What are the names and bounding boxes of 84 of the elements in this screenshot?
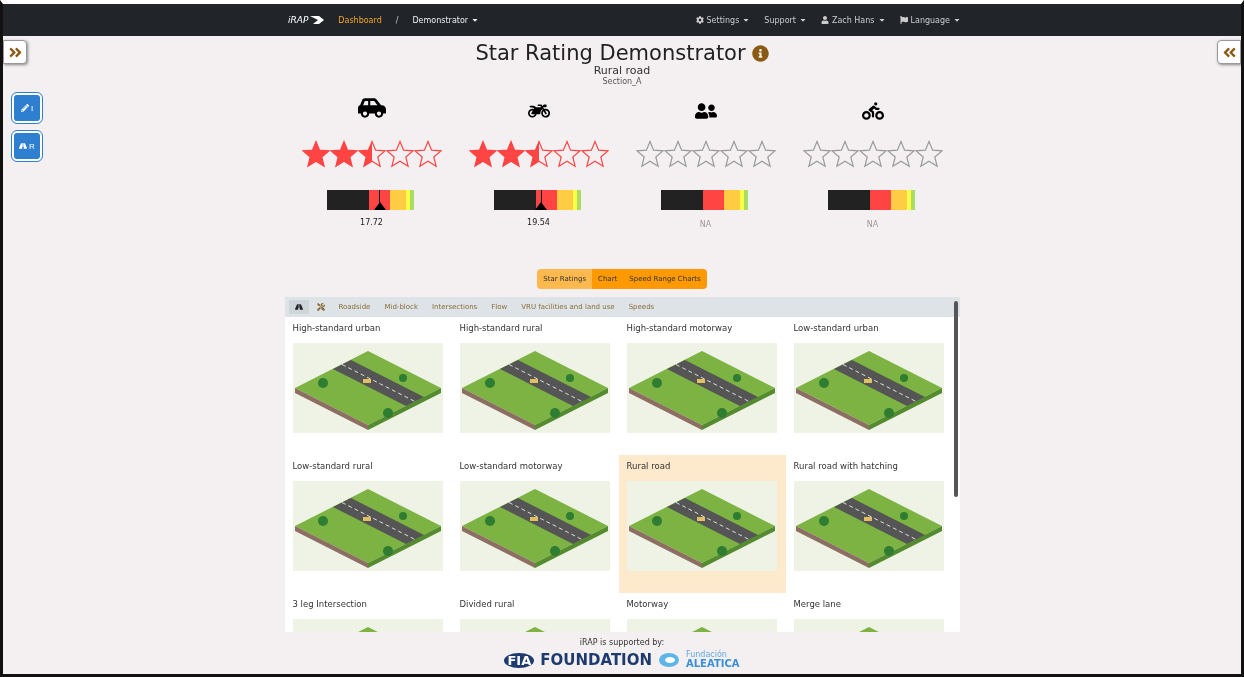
support-note: iRAP is supported by: (579, 638, 665, 647)
star-icon (301, 140, 330, 168)
scenario-title: Low-standard rural (292, 461, 374, 471)
scenario-card[interactable]: High-standard rural (451, 317, 619, 455)
irap-logo[interactable]: iRAP (288, 15, 325, 25)
flag-icon (899, 16, 908, 24)
pencil-icon (20, 104, 29, 112)
star-icon (468, 140, 497, 168)
scenario-title: High-standard rural (459, 323, 544, 333)
road-icon (294, 303, 303, 311)
score-reading: 17.72 (360, 218, 383, 227)
breadcrumb-link[interactable]: Dashboard (338, 15, 382, 25)
nav-menu[interactable]: Support (764, 15, 807, 25)
star-icon (914, 140, 943, 168)
scenario-card[interactable]: Low-standard motorway (451, 455, 619, 593)
expand-left-button[interactable] (3, 40, 27, 64)
scenario-card[interactable]: Rural road (618, 455, 786, 593)
star-icon (580, 140, 609, 168)
edit-button[interactable]: I (12, 93, 42, 123)
star-icon (663, 140, 692, 168)
caret-icon (742, 16, 751, 24)
scenario-card[interactable]: Rural road with hatching (785, 455, 953, 593)
caret-icon (877, 16, 886, 24)
sponsor-name: FOUNDATION (540, 651, 652, 669)
star-icon (719, 140, 748, 168)
star-icon (524, 140, 553, 168)
nav-menu[interactable]: Language (899, 15, 961, 25)
scrollbar-thumb[interactable] (953, 301, 958, 497)
star-icon (830, 140, 859, 168)
star-icon (552, 140, 581, 168)
score-reading: 19.54 (527, 218, 550, 227)
star-icon (802, 140, 831, 168)
scenario-title: Divided rural (459, 599, 516, 609)
nav-menu[interactable]: Settings (695, 15, 751, 25)
sponsor-tagline: Fundación (686, 651, 728, 659)
scenario-title: Motorway (626, 599, 670, 609)
expand-right-button[interactable] (1217, 40, 1241, 64)
score-reading: NA (699, 220, 712, 229)
scenario-card[interactable]: High-standard urban (284, 317, 452, 455)
road-tab-icon[interactable] (288, 300, 309, 314)
page-title: Star Rating Demonstrator (475, 41, 746, 65)
scenario-card[interactable]: Divided rural (451, 593, 619, 632)
scenario-title: Rural road (626, 461, 672, 471)
star-icon (357, 140, 386, 168)
scenario-card[interactable]: High-standard motorway (618, 317, 786, 455)
road-button[interactable]: R (12, 131, 42, 161)
score-reading: NA (866, 220, 879, 229)
scenario-card[interactable]: Merge lane (785, 593, 953, 632)
scenario-title: Rural road with hatching (793, 461, 899, 471)
subtitle: Rural road (593, 65, 651, 77)
scenario-title: Low-standard urban (793, 323, 880, 333)
star-icon (329, 140, 358, 168)
star-icon (886, 140, 915, 168)
nav-menu[interactable]: Zach Hans (820, 15, 886, 25)
scenario-card[interactable]: Motorway (618, 593, 786, 632)
breadcrumb-menu[interactable]: Demonstrator (412, 15, 480, 25)
road-icon (19, 142, 28, 150)
star-icon (858, 140, 887, 168)
fia-logo-mark: FIA (504, 652, 535, 668)
tools-icon (316, 303, 325, 311)
star-icon (635, 140, 664, 168)
scenario-card[interactable]: 3 leg Intersection (284, 593, 452, 632)
scenario-card[interactable]: Low-standard rural (284, 455, 452, 593)
star-icon (496, 140, 525, 168)
star-icon (413, 140, 442, 168)
caret-icon (798, 16, 807, 24)
scenario-title: Low-standard motorway (459, 461, 564, 471)
scenario-title: Merge lane (793, 599, 842, 609)
star-icon (747, 140, 776, 168)
scenario-title: High-standard urban (292, 323, 382, 333)
scenario-title: 3 leg Intersection (292, 599, 368, 609)
star-icon (691, 140, 720, 168)
breadcrumb-separator: / (395, 15, 399, 25)
star-icon (385, 140, 414, 168)
section-label: Section_A (602, 77, 642, 86)
gear-icon (695, 16, 704, 24)
user-icon (820, 16, 829, 24)
caret-icon (953, 16, 961, 24)
scenario-card[interactable]: Low-standard urban (785, 317, 953, 455)
caret-icon (471, 16, 480, 24)
info-icon[interactable] (751, 44, 769, 62)
sponsor-name: ALEATICA (686, 659, 740, 669)
swirl-logo-icon (658, 652, 680, 668)
scenario-title: High-standard motorway (626, 323, 734, 333)
